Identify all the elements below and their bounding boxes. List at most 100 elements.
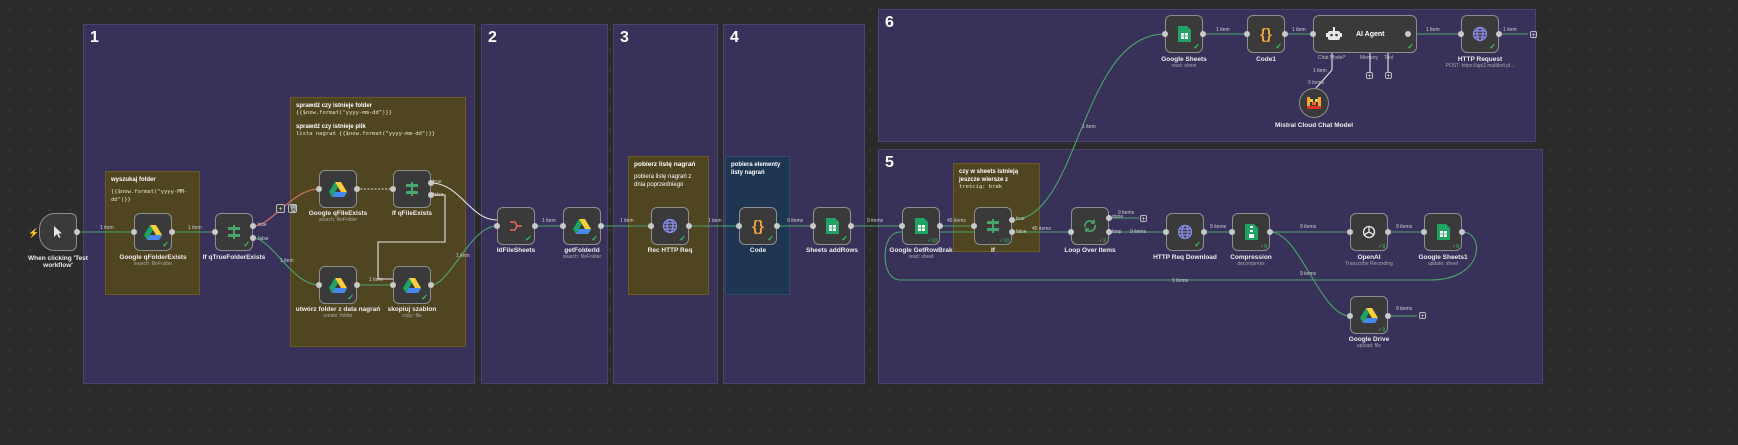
port[interactable] [250,223,256,229]
port[interactable] [1385,313,1391,319]
port[interactable] [1200,31,1206,37]
port[interactable] [937,223,943,229]
node-label: Google Drive upload: file [1348,336,1390,350]
add-node-plus-icon[interactable]: + [1140,215,1147,223]
edge-label-true: true [1016,216,1025,222]
port[interactable] [169,229,175,235]
port[interactable] [1201,229,1207,235]
port[interactable] [848,223,854,229]
node-google-sheets1[interactable]: ✓9 [1424,213,1462,251]
node-loop-over-items[interactable]: ✓2 [1071,207,1109,245]
node-if[interactable]: ✓10 [974,207,1012,245]
port[interactable] [971,223,977,229]
node-google-getrowbrak[interactable]: ✓10 [902,207,940,245]
port[interactable] [560,223,566,229]
edge-label: 9 items [1308,80,1325,86]
port[interactable] [1068,229,1074,235]
port[interactable] [390,186,396,192]
port[interactable] [1009,217,1015,223]
edge-label: 9 items [867,218,884,224]
port[interactable] [1405,31,1411,37]
port[interactable] [428,282,434,288]
node-trigger[interactable] [39,213,77,251]
port[interactable] [648,223,654,229]
port[interactable] [1163,229,1169,235]
node-openai[interactable]: ✓9 [1350,213,1388,251]
node-sheets-addrows[interactable]: ✓ [813,207,851,245]
add-node-plus-icon[interactable]: + [1530,31,1537,39]
output-port[interactable] [74,229,80,235]
port[interactable] [428,180,434,186]
node-mistral-cloud-chat-model[interactable] [1299,88,1329,118]
port[interactable] [736,223,742,229]
add-memory-plus-icon[interactable]: + [1366,72,1373,80]
port[interactable] [1310,31,1316,37]
success-check-icon: ✓ [347,293,354,302]
node-compression[interactable]: ✓9 [1232,213,1270,251]
port[interactable] [1385,229,1391,235]
port[interactable] [1162,31,1168,37]
success-check-icon: ✓ [679,234,686,243]
edge-label: 1 item [1082,124,1096,130]
port[interactable] [354,186,360,192]
port[interactable] [1009,229,1015,235]
port[interactable] [1459,229,1465,235]
node-http-req-download[interactable]: ✓ [1166,213,1204,251]
port[interactable] [1496,31,1502,37]
node-code[interactable]: {} ✓ [739,207,777,245]
run-count-badge: ✓9 [1452,244,1459,250]
node-ai-agent[interactable]: AI Agent ✓ [1313,15,1417,53]
port[interactable] [390,282,396,288]
node-getfolderid[interactable]: ✓ [563,207,601,245]
port[interactable] [686,223,692,229]
node-label: Code1 [1256,56,1276,63]
port[interactable] [598,223,604,229]
port[interactable] [532,223,538,229]
port[interactable] [1347,229,1353,235]
port[interactable] [1421,229,1427,235]
port[interactable] [250,235,256,241]
port[interactable] [212,229,218,235]
port[interactable] [774,223,780,229]
node-create-folder[interactable]: ✓ [319,266,357,304]
port[interactable] [494,223,500,229]
port[interactable] [131,229,137,235]
edge-label-false: false [258,236,269,242]
node-google-qfileexists[interactable] [319,170,357,208]
port[interactable] [1282,31,1288,37]
node-google-qfolderexists[interactable]: ✓ [134,213,172,251]
node-http-request[interactable]: ✓ [1461,15,1499,53]
edge-label: 9 items [1300,271,1317,277]
node-copy-template[interactable]: ✓ [393,266,431,304]
node-label: skopiuj szablon copy: file [387,306,437,320]
node-google-drive[interactable]: ✓9 [1350,296,1388,334]
port[interactable] [1347,313,1353,319]
port[interactable] [1458,31,1464,37]
port[interactable] [316,282,322,288]
add-node-plus-icon[interactable]: + [1419,312,1426,320]
run-count-badge: ✓9 [1378,327,1385,333]
node-rec-http-req[interactable]: ✓ [651,207,689,245]
port[interactable] [899,223,905,229]
port[interactable] [1267,229,1273,235]
node-code1[interactable]: {} ✓ [1247,15,1285,53]
port[interactable] [1106,229,1112,235]
node-google-sheets[interactable]: ✓ [1165,15,1203,53]
node-if-qtruefolderexists[interactable]: ✓ [215,213,253,251]
trigger-bolt-icon: ⚡ [28,228,40,238]
port[interactable] [428,192,434,198]
port[interactable] [1229,229,1235,235]
port[interactable] [1244,31,1250,37]
node-if-qfileexists[interactable] [393,170,431,208]
edge-label: 1 item [280,258,294,264]
port[interactable] [810,223,816,229]
port[interactable] [354,282,360,288]
port[interactable] [316,186,322,192]
node-idfilesheets[interactable]: ✓ [497,207,535,245]
add-tool-plus-icon[interactable]: + [1385,72,1392,80]
port[interactable] [1106,215,1112,221]
edge-label: 9 items [1396,306,1413,312]
edge-label: 1 item [1426,27,1440,33]
add-node-button[interactable]: + [276,204,285,213]
success-check-icon: ✓ [1407,42,1414,51]
